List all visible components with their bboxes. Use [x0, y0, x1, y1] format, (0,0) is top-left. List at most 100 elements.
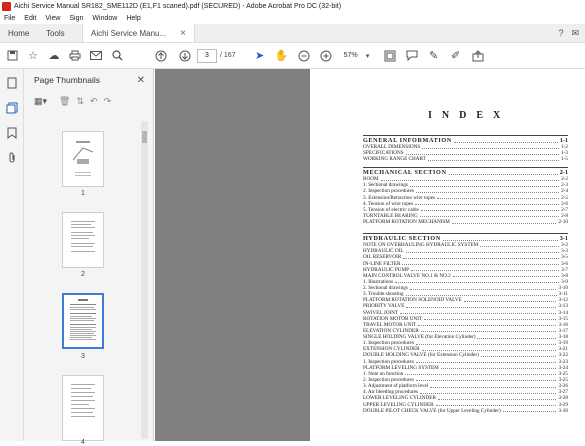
- index-entry[interactable]: 4. Air bleeding procedures 3-27: [363, 389, 568, 395]
- zoom-dropdown-chevron-icon[interactable]: ▾: [360, 48, 376, 64]
- select-cursor-icon[interactable]: ➤: [252, 48, 268, 64]
- dot-leader: [435, 402, 557, 406]
- index-entry[interactable]: 1. Inspection procedures 3-19: [363, 340, 568, 346]
- page-thumbnails-icon[interactable]: [6, 102, 18, 114]
- index-entry[interactable]: 2. Inspection procedures 2-4: [363, 188, 568, 194]
- index-entry[interactable]: IN-LINE FILTER 3-6: [363, 261, 568, 267]
- scrollbar-thumb[interactable]: [142, 131, 147, 143]
- index-entry[interactable]: SWIVEL JOINT 3-14: [363, 310, 568, 316]
- thumbnail-scrollbar[interactable]: [141, 121, 148, 439]
- index-entry[interactable]: TURNTABLE BEARING 2-8: [363, 213, 568, 219]
- index-entry[interactable]: SINGLE HOLDING VALVE (for Elevation Cyli…: [363, 334, 568, 340]
- index-entry-page: 3-3: [561, 248, 568, 255]
- thumbnail-label: 3: [81, 353, 85, 360]
- index-entry[interactable]: NOTE ON OVERHAULING HYDRAULIC SYSTEM 3-2: [363, 242, 568, 248]
- thumbnail-label: 4: [81, 439, 85, 446]
- index-entry-title: 1. Note on function: [363, 370, 404, 377]
- index-entry-page: 2-10: [558, 219, 568, 226]
- highlight-pen-icon[interactable]: ✎: [426, 48, 442, 64]
- index-entry[interactable]: 3. Extension/Retraction wire ropes 2-5: [363, 195, 568, 201]
- index-entry-page: 3-19: [558, 340, 568, 347]
- index-entry[interactable]: 3. Adjustment of platform level 3-26: [363, 383, 568, 389]
- hand-tool-icon[interactable]: ✋: [274, 48, 290, 64]
- index-entry[interactable]: DOUBLE HOLDING VALVE (for Extension Cyli…: [363, 352, 568, 358]
- index-entry[interactable]: OVERALL DIMENSIONS 1-2: [363, 144, 568, 150]
- section-heading[interactable]: GENERAL INFORMATION 1-1: [363, 137, 568, 144]
- menu-sign[interactable]: Sign: [69, 15, 83, 22]
- extract-page-icon[interactable]: ⇅: [76, 96, 84, 107]
- menu-help[interactable]: Help: [126, 15, 140, 22]
- save-icon[interactable]: [4, 48, 20, 64]
- index-entry[interactable]: 3. Trouble shooting 3-11: [363, 291, 568, 297]
- index-entry[interactable]: 1. Note on function 3-25: [363, 371, 568, 377]
- share-icon[interactable]: [470, 48, 486, 64]
- menu-view[interactable]: View: [45, 15, 60, 22]
- zoom-level-select[interactable]: 57%: [344, 52, 358, 59]
- index-entry[interactable]: HYDRAULIC OIL 3-3: [363, 248, 568, 254]
- index-entry-title: BOOM: [363, 176, 379, 183]
- thumbnail-page-4[interactable]: [62, 375, 104, 441]
- index-entry[interactable]: UPPER LEVELING CYLINDER 3-29: [363, 402, 568, 408]
- bookmarks-icon[interactable]: [6, 127, 18, 139]
- attachments-icon[interactable]: [6, 152, 18, 164]
- section-heading[interactable]: MECHANICAL SECTION 2-1: [363, 169, 568, 176]
- thumbnail-page-2[interactable]: [62, 212, 104, 268]
- fit-page-icon[interactable]: [382, 48, 398, 64]
- undo-icon[interactable]: ↶: [90, 96, 98, 107]
- sign-icon[interactable]: ✐: [448, 48, 464, 64]
- index-entry[interactable]: 2. Sectional drawings 3-10: [363, 285, 568, 291]
- zoom-out-icon[interactable]: [296, 48, 312, 64]
- index-entry[interactable]: HYDRAULIC PUMP 3-7: [363, 267, 568, 273]
- thumbnail-page-1[interactable]: [62, 131, 104, 187]
- index-entry-page: 2-8: [561, 212, 568, 219]
- page-number-input[interactable]: 3: [197, 48, 217, 63]
- index-entry[interactable]: 1. Illustrations 3-9: [363, 279, 568, 285]
- index-entry[interactable]: LOWER LEVELING CYLINDER 3-28: [363, 395, 568, 401]
- upload-cloud-icon[interactable]: ☁: [46, 48, 62, 64]
- tab-close-icon[interactable]: ×: [180, 28, 186, 39]
- thumbnail-options-icon[interactable]: ▦▾: [34, 96, 47, 107]
- menu-window[interactable]: Window: [92, 15, 117, 22]
- redo-icon[interactable]: ↷: [104, 96, 112, 107]
- index-entry[interactable]: ROTATION MOTOR UNIT 3-15: [363, 316, 568, 322]
- index-entry[interactable]: 1. Inspection procedures 3-23: [363, 359, 568, 365]
- tab-home[interactable]: Home: [0, 24, 38, 42]
- search-icon[interactable]: [109, 48, 125, 64]
- section-heading[interactable]: HYDRAULIC SECTION 3-1: [363, 235, 568, 242]
- print-icon[interactable]: [67, 48, 83, 64]
- index-entry[interactable]: PLATFORM LEVELING SYSTEM 3-24: [363, 365, 568, 371]
- index-entry[interactable]: WORKING RANGE CHART 1-5: [363, 156, 568, 162]
- index-entry[interactable]: 1. Sectional drawings 2-3: [363, 182, 568, 188]
- tab-tools[interactable]: Tools: [38, 24, 82, 42]
- close-panel-icon[interactable]: ✕: [137, 75, 145, 86]
- index-entry[interactable]: PRIORITY VALVE 3-13: [363, 303, 568, 309]
- email-icon[interactable]: [88, 48, 104, 64]
- thumbnail-page-3[interactable]: [62, 293, 104, 349]
- tab-document[interactable]: Aichi Service Manu... ×: [82, 24, 195, 42]
- index-entry[interactable]: MAIN CONTROL VALVE NO.1 & NO.2 3-8: [363, 273, 568, 279]
- next-page-icon[interactable]: [177, 48, 193, 64]
- index-entry-page: 2-6: [561, 200, 568, 207]
- index-entry[interactable]: PLATFORM ROTATION MECHANISM 2-10: [363, 219, 568, 225]
- index-entry[interactable]: TRAVEL MOTOR UNIT 3-16: [363, 322, 568, 328]
- menu-file[interactable]: File: [4, 15, 15, 22]
- document-viewer[interactable]: INDEX GENERAL INFORMATION 1-1 OVERALL DIME…: [155, 69, 585, 441]
- comment-icon[interactable]: [404, 48, 420, 64]
- thumbnails-panel-icon[interactable]: [6, 77, 18, 89]
- index-entry[interactable]: 4. Tension of wire ropes 2-6: [363, 201, 568, 207]
- delete-page-icon[interactable]: 🗑: [59, 96, 70, 107]
- index-entry[interactable]: PLATFORM ROTATION SOLENOID VALVE 3-12: [363, 297, 568, 303]
- menu-edit[interactable]: Edit: [24, 15, 36, 22]
- zoom-in-icon[interactable]: [318, 48, 334, 64]
- index-entry[interactable]: 5. Tension of electric cable 2-7: [363, 207, 568, 213]
- previous-page-icon[interactable]: [153, 48, 169, 64]
- help-icon[interactable]: ?: [558, 28, 563, 38]
- index-entry[interactable]: OIL RESERVOIR 3-5: [363, 254, 568, 260]
- dot-leader: [440, 365, 557, 370]
- bookmark-star-icon[interactable]: ☆: [25, 48, 41, 64]
- notifications-icon[interactable]: ✉: [571, 28, 579, 39]
- index-entry-page: 3-29: [558, 401, 568, 408]
- index-entry[interactable]: SPECIFICATIONS 1-3: [363, 150, 568, 156]
- index-entry[interactable]: BOOM 2-2: [363, 176, 568, 182]
- index-entry[interactable]: DOUBLE PILOT CHECK VALVE (for Upper Leve…: [363, 408, 568, 414]
